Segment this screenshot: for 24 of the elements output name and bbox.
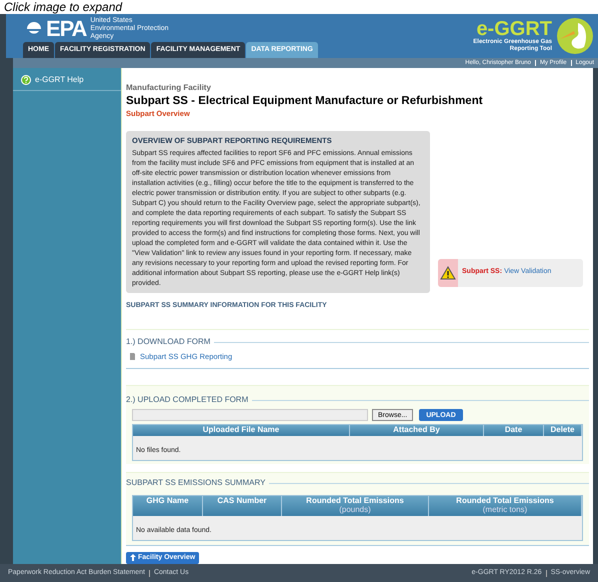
help-icon [21,75,31,85]
warning-icon [440,266,456,280]
file-path-field[interactable] [132,409,368,422]
column-unit: (metric tons) [482,506,528,515]
up-arrow-icon [130,554,136,562]
column-header: Uploaded File Name [133,425,350,436]
column-header: Date [484,425,544,436]
column-header: CAS Number [216,497,268,506]
facility-name: Manufacturing Facility [126,82,212,94]
column-header: Delete [544,425,582,436]
agency-mark: EPA [46,18,86,40]
column-header: GHG Name [145,497,190,506]
column-header: Rounded Total Emissions [305,497,405,506]
document-icon [129,353,136,360]
caption: Click image to expand [4,0,122,14]
section-legend: SUBPART SS EMISSIONS SUMMARY [126,477,266,490]
column-header: Attached By [350,425,484,436]
page-title: Subpart SS - Electrical Equipment Manufacture or Refurbishment [126,94,484,108]
tool-logo: e-GGRT [476,19,552,39]
help-link[interactable]: e-GGRT Help [13,74,121,91]
column-unit: (pounds) [338,506,372,515]
section-legend: 1.) DOWNLOAD FORM [126,336,210,348]
section-legend: 2.) UPLOAD COMPLETED FORM [126,394,248,406]
column-header: Rounded Total Emissions [455,497,555,506]
